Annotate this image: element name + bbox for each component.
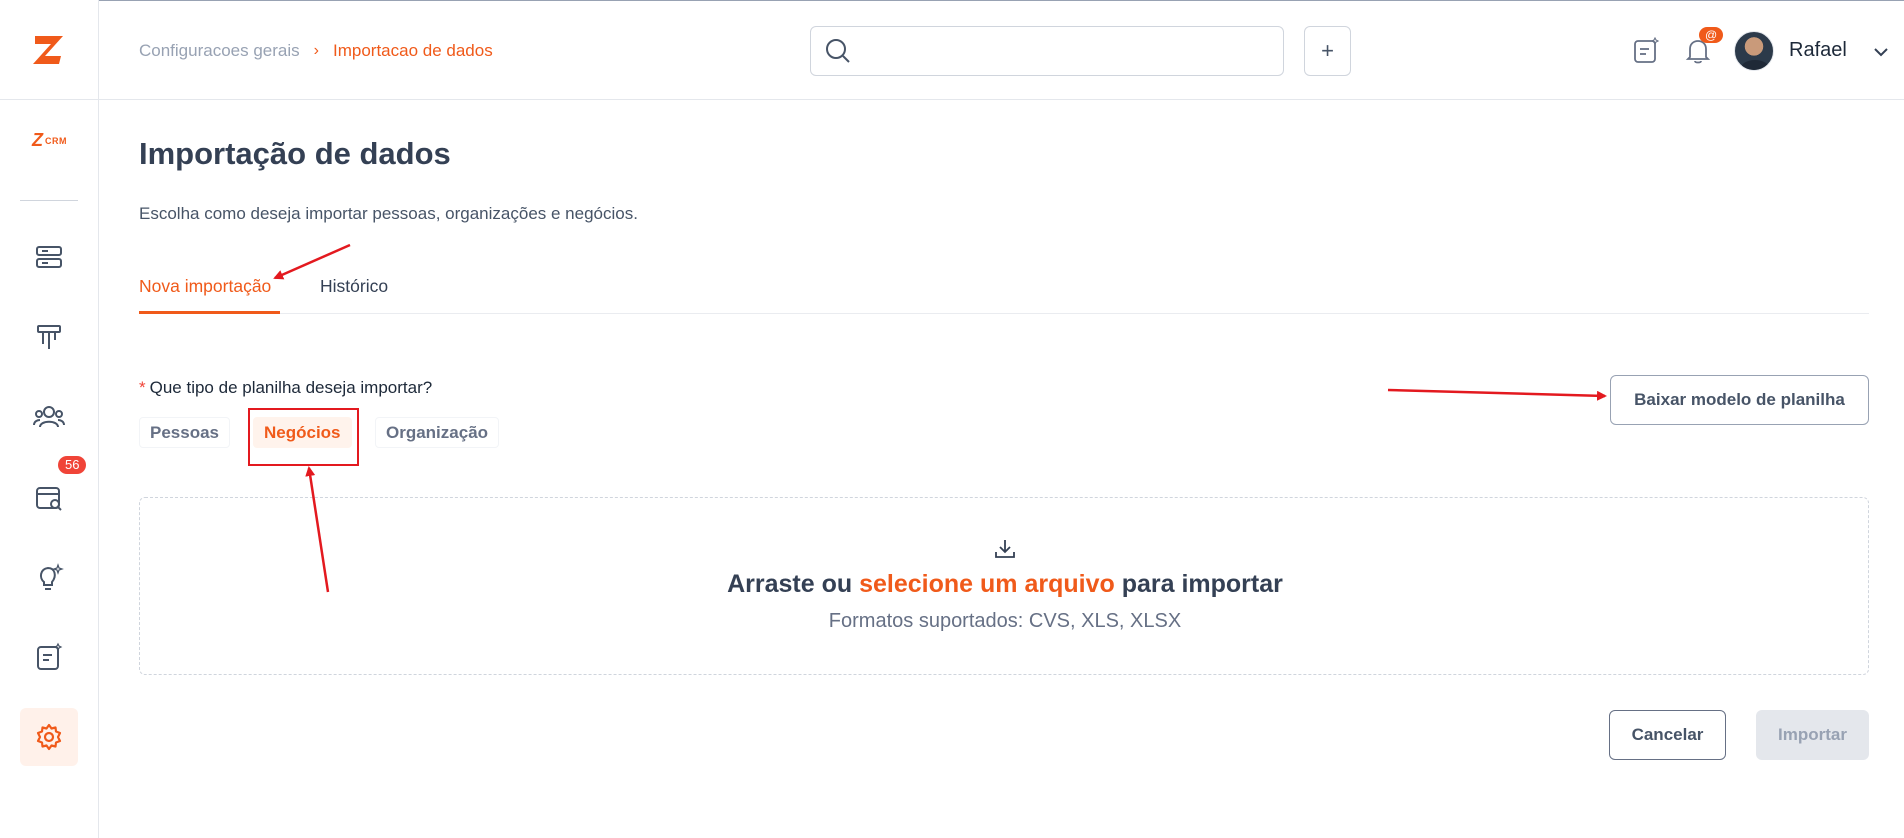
calendar-search-icon [36, 487, 62, 511]
user-name[interactable]: Rafael [1789, 39, 1847, 62]
supported-formats: Formatos suportados: CVS, XLS, XLSX [828, 610, 1182, 632]
avatar[interactable] [1734, 31, 1774, 71]
dashboard-icon [36, 246, 62, 268]
file-dropzone[interactable]: Arraste ou selecione um arquivo para imp… [139, 497, 1869, 675]
breadcrumb: Configuracoes gerais › Importacao de dad… [139, 41, 493, 61]
annotation-arrow-download [1387, 388, 1607, 401]
dropzone-prefix: Arraste ou [727, 570, 853, 598]
crm-logo[interactable]: Z CRM [0, 130, 99, 151]
notes-sparkle-icon [1634, 36, 1660, 63]
chevron-down-icon[interactable] [1872, 43, 1890, 61]
breadcrumb-parent[interactable]: Configuracoes gerais [139, 41, 300, 61]
sidebar-divider [20, 200, 78, 201]
search-icon [826, 39, 850, 63]
sidebar-item-ideas[interactable] [20, 548, 78, 606]
pipeline-icon [37, 325, 61, 349]
sidebar: Z CRM 56 [0, 0, 99, 838]
quick-notes-button[interactable] [1632, 36, 1660, 70]
import-button[interactable]: Importar [1756, 710, 1869, 760]
required-mark: * [139, 378, 146, 397]
dropzone-suffix: para importar [1121, 570, 1283, 598]
crm-logo-z: Z [32, 130, 43, 150]
cancel-button[interactable]: Cancelar [1609, 710, 1726, 760]
tabs: Nova importação Histórico [139, 266, 1869, 314]
page-subtitle: Escolha como deseja importar pessoas, or… [139, 204, 638, 223]
dropzone-title: Arraste ou selecione um arquivo para imp… [140, 570, 1870, 599]
sheet-type-question-text: Que tipo de planilha deseja importar? [149, 378, 433, 397]
top-bar: Configuracoes gerais › Importacao de dad… [99, 0, 1904, 100]
sidebar-item-calendar[interactable]: 56 [20, 456, 87, 526]
page-title: Importação de dados [139, 136, 451, 171]
search-box[interactable] [810, 26, 1284, 76]
annotation-highlight-box [248, 408, 359, 466]
download-tray-icon [995, 540, 1015, 558]
add-button[interactable]: + [1304, 26, 1351, 76]
search-input[interactable] [859, 27, 1283, 75]
sheet-type-pessoas[interactable]: Pessoas [139, 417, 230, 448]
crm-logo-text: CRM [45, 135, 67, 146]
sheet-type-question: * Que tipo de planilha deseja importar? [139, 378, 432, 398]
calendar-badge: 56 [58, 456, 87, 474]
tab-new-import[interactable]: Nova importação [139, 276, 280, 314]
breadcrumb-separator: › [313, 42, 319, 59]
sidebar-item-pipeline[interactable] [20, 308, 78, 366]
download-template-button[interactable]: Baixar modelo de planilha [1610, 375, 1869, 425]
sheet-type-organizacao[interactable]: Organização [375, 417, 500, 448]
app-logo[interactable] [0, 0, 98, 100]
tab-history[interactable]: Histórico [320, 276, 388, 314]
breadcrumb-current: Importacao de dados [332, 41, 493, 60]
notes-icon [37, 642, 63, 670]
select-file-link[interactable]: selecione um arquivo [859, 570, 1115, 598]
sidebar-item-settings[interactable] [20, 708, 78, 766]
sidebar-item-notes[interactable] [20, 628, 78, 686]
settings-icon [36, 723, 62, 751]
mention-badge: @ [1699, 27, 1724, 43]
sidebar-item-dashboard[interactable] [20, 228, 78, 286]
z-logo-icon [33, 35, 63, 64]
idea-icon [39, 563, 64, 590]
sidebar-item-contacts[interactable] [20, 388, 78, 446]
contacts-icon [33, 406, 65, 428]
